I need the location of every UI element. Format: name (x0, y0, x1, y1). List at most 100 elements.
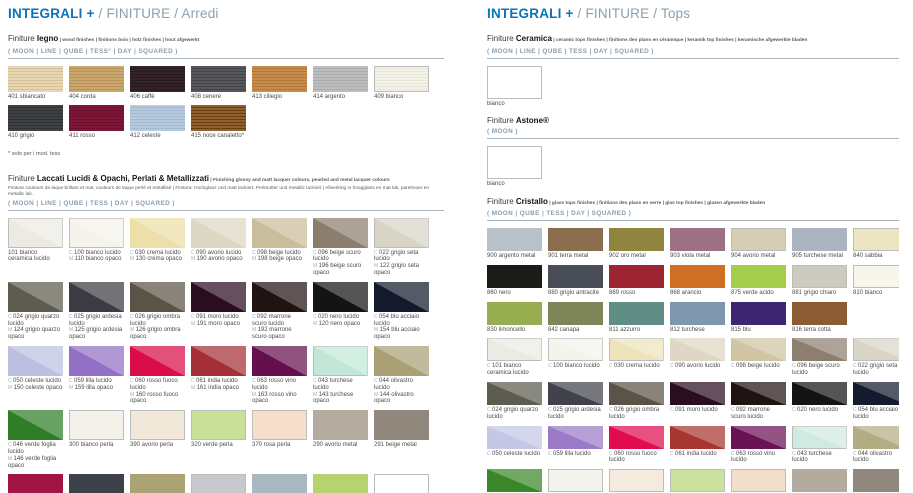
finish-label-line: C 060 rosso fuoco lucido (130, 378, 185, 392)
color-chip (670, 228, 725, 251)
finish-label: C 091 moro lucidoM 191 moro opaco (191, 314, 246, 328)
finish-label: 408 cenere (191, 94, 246, 101)
finish-label: 401 sbiancato (8, 94, 63, 101)
color-chip (252, 218, 307, 248)
finish-label: C 050 celeste lucido (487, 451, 542, 458)
finish-label: 406 caffè (130, 94, 185, 101)
heading-prefix: Finiture (8, 174, 37, 183)
finish-label: C 044 olivastro lucidoM 144 olivastro op… (374, 378, 429, 405)
finish-label: 290 avorio metal (313, 442, 368, 449)
finish-swatch: 812 turchese (670, 302, 725, 334)
color-chip (548, 382, 603, 405)
finish-code-name: 124 grigio quarzo opaco (8, 327, 60, 340)
finish-code-name: 150 celeste opaco (14, 385, 63, 391)
finish-label-line: 410 grigio (8, 133, 63, 140)
finish-label: C 061 india lucidoM 161 india opaco (191, 378, 246, 392)
finish-swatch: C 090 avorio lucido (670, 338, 725, 370)
finish-code-name: 060 rosso fuoco lucido (609, 451, 657, 464)
finish-label-line: 413 ciliegio (252, 94, 307, 101)
finish-code-name: 020 nero lucido (797, 407, 838, 413)
finish-swatch: C 046 verde foglia lucido (487, 469, 542, 493)
finish-swatch: C 096 beige scuro lucido (792, 338, 847, 377)
finish-label-line: 901 terra metal (548, 253, 603, 260)
finish-swatch: C 320 verde perla (670, 469, 725, 493)
color-chip (252, 66, 307, 92)
finish-label-line: 905 turchese metal (792, 253, 847, 260)
finish-label: C 030 crema lucido (609, 363, 664, 370)
finish-label: C 030 crema lucidoM 130 crema opaco (130, 250, 185, 264)
panel-finiture-arredi: INTEGRALI + / FINITURE / ArrediFiniture … (8, 0, 444, 493)
finish-label-line: C 059 lilla lucido (69, 378, 124, 385)
finish-swatch: C 024 grigio quarzo lucido (487, 382, 542, 421)
models-list: ( MOON | LINE | QUBE | TESS | DAY | SQUA… (8, 200, 444, 207)
finish-code-name: 046 verde foglia lucido (8, 442, 56, 455)
swatch-grid: bianco (487, 146, 899, 188)
finish-code-name: 291 beige metal (374, 442, 417, 448)
finish-label: C 096 beige scuro lucido (792, 363, 847, 377)
finish-code-name: 869 rosso (609, 290, 635, 296)
color-chip (8, 218, 63, 248)
finish-label-line: 842 canapa (548, 327, 603, 334)
finish-swatch: 830 limoncello (487, 302, 542, 334)
color-chip (609, 426, 664, 449)
heading-translations: | ceramic tops finishes | finitions des … (552, 38, 807, 43)
finish-label: C 054 blu acciaio lucidoM 154 blu acciai… (374, 314, 429, 341)
finish-label: C 092 marrone scuro lucido (731, 407, 786, 421)
swatch-grid: 401 sbiancato404 corda406 caffè408 cener… (8, 66, 444, 141)
finish-code-name: 812 turchese (670, 327, 705, 333)
color-chip (487, 338, 542, 361)
finish-label-line: 881 grigio chiaro (792, 290, 847, 297)
finish-swatch: C 044 olivastro lucidoM 144 olivastro op… (374, 346, 429, 405)
color-chip (487, 302, 542, 325)
finish-label: C 046 verde foglia lucidoM 146 verde fog… (8, 442, 63, 469)
color-chip (374, 410, 429, 440)
finish-label: C 026 grigio ombra lucidoM 126 grigio om… (130, 314, 185, 341)
finish-code-name: 096 beige scuro lucido (792, 363, 840, 376)
finish-label: 815 blu (731, 327, 786, 334)
color-chip (487, 265, 542, 288)
finish-code-name: 098 beige lucido (257, 250, 301, 256)
finish-code-name: 415 noce canaletto* (191, 133, 244, 139)
finish-code-name: 101 bianco ceramica lucido (487, 363, 529, 376)
color-chip (853, 426, 899, 449)
finish-swatch: C 059 lilla lucido (548, 426, 603, 458)
heading-translations: | glass tops finishes | finitions des pl… (548, 201, 765, 206)
color-chip (69, 218, 124, 248)
finish-code-name: 026 grigio ombra lucido (130, 314, 180, 327)
finish-label-line: C 050 celeste lucido (8, 378, 63, 385)
finish-label: 370 rosa perla (252, 442, 307, 449)
color-chip (191, 410, 246, 440)
finish-swatch: C 046 verde foglia lucidoM 146 verde fog… (8, 410, 63, 469)
finish-label: 880 grigio antracite (548, 290, 603, 297)
finish-swatch: 401 sbiancato (8, 66, 63, 101)
finish-swatch: 223 grigio oro metal (130, 474, 185, 493)
finish-swatch: C 026 grigio ombra lucidoM 126 grigio om… (130, 282, 185, 341)
finish-label: 869 rosso (609, 290, 664, 297)
section-heading: Finiture Cristallo | glass tops finishes… (487, 197, 899, 208)
color-chip (313, 346, 368, 376)
section-laccati: Finiture Laccati Lucidi & Opachi, Perlat… (8, 174, 444, 493)
catalog-page: INTEGRALI + / FINITURE / ArrediFiniture … (0, 0, 913, 493)
color-chip (191, 282, 246, 312)
finish-label-line: C 100 bianco lucido (548, 363, 603, 370)
finish-swatch: 815 blu (731, 302, 786, 334)
finish-label-line: M 125 grigio ardesia opaco (69, 327, 124, 341)
color-chip (191, 105, 246, 131)
finish-label: 840 sabbia (853, 253, 899, 260)
finish-code-name: 196 beige scuro opaco (313, 263, 361, 276)
finish-swatch: 412 celeste (130, 105, 185, 140)
finish-code-name: 025 grigio ardesia lucido (69, 314, 122, 327)
finish-label: C 100 bianco lucidoM 110 bianco opaco (69, 250, 124, 264)
finish-label-line: M 192 marrone scuro opaco (252, 327, 307, 341)
finish-label-line: M 161 india opaco (191, 385, 246, 392)
section-divider (487, 58, 899, 59)
finish-label-line: C 091 moro lucido (670, 407, 725, 414)
color-chip (69, 105, 124, 131)
finish-code-name: 811 azzurro (609, 327, 640, 333)
finish-swatch: 860 nero (487, 265, 542, 297)
finish-swatch: 406 caffè (130, 66, 185, 101)
swatch-grid: 900 argento metal901 terra metal902 oro … (487, 228, 899, 493)
finish-code-name: 091 moro lucido (675, 407, 718, 413)
finish-label: C 054 blu acciaio lucido (853, 407, 899, 421)
finish-label: C 050 celeste lucidoM 150 celeste opaco (8, 378, 63, 392)
